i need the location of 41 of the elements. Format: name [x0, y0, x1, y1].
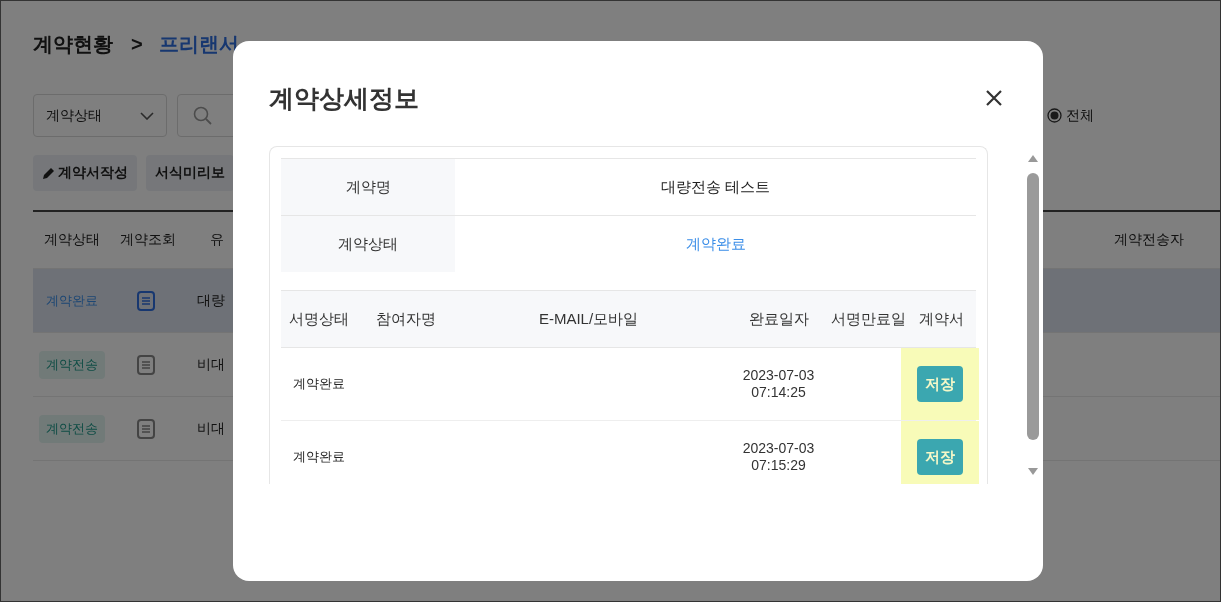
save-button[interactable]: 저장	[917, 366, 963, 402]
status-label: 계약전송	[39, 414, 105, 443]
column-header: 서명상태	[288, 309, 350, 329]
toolbar-button[interactable]: 계약서작성	[33, 155, 137, 191]
breadcrumb-separator: >	[131, 32, 143, 56]
info-label: 계약상태	[281, 216, 455, 272]
column-header: 서명만료일	[831, 309, 906, 329]
column-header: 참여자명	[375, 309, 437, 329]
status-value: 계약완료	[685, 234, 746, 254]
radio-button[interactable]	[1047, 108, 1062, 123]
info-value: 대량전송 테스트	[660, 177, 771, 197]
pencil-icon	[42, 166, 55, 180]
document-icon[interactable]	[137, 354, 155, 375]
table-cell: 비대	[197, 355, 225, 372]
status-select[interactable]: 계약상태	[33, 94, 167, 137]
column-header: 계약상태	[44, 231, 100, 247]
column-header: 계약조회	[120, 231, 176, 247]
save-button[interactable]: 저장	[917, 439, 963, 475]
document-icon[interactable]	[137, 290, 155, 311]
table-cell-text: 계약완료	[292, 375, 346, 393]
status-label: 계약완료	[45, 291, 99, 310]
modal-title: 계약상세정보	[269, 82, 419, 114]
close-icon[interactable]	[985, 89, 1003, 107]
toolbar-button[interactable]: 서식미리보	[146, 155, 234, 191]
table-cell-text: 2023-07-03 07:15:29	[741, 440, 816, 474]
search-icon	[193, 106, 212, 125]
table-cell: 대량	[197, 291, 225, 308]
status-label: 계약전송	[39, 350, 105, 379]
page-title: 계약현황	[33, 31, 113, 57]
column-header: 완료일자	[747, 309, 810, 329]
column-header: 계약서	[917, 309, 965, 329]
column-header: 계약전송자	[1114, 231, 1184, 249]
column-header: 유	[210, 231, 224, 247]
table-cell: 비대	[197, 419, 225, 436]
table-cell-text: 계약완료	[292, 448, 346, 466]
column-header: E-MAIL/모바일	[537, 309, 640, 329]
document-icon[interactable]	[137, 418, 155, 439]
radio-label: 전체	[1066, 106, 1094, 125]
table-cell-text: 2023-07-03 07:14:25	[741, 367, 816, 401]
info-label: 계약명	[281, 159, 455, 215]
chevron-icon	[140, 111, 154, 120]
